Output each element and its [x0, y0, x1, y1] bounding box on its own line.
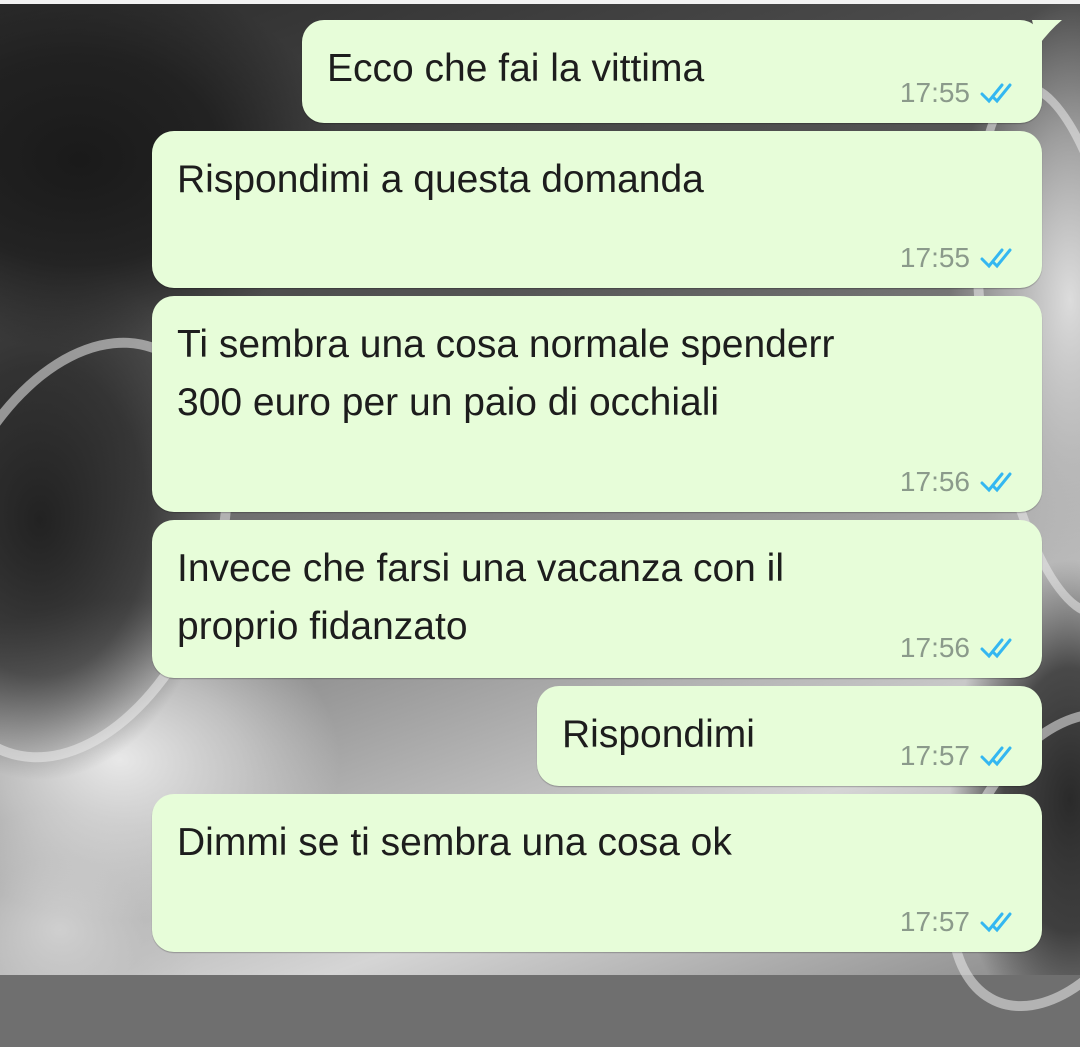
message-meta: 17:56	[900, 466, 1018, 498]
message-time: 17:56	[899, 466, 970, 497]
outgoing-message-bubble[interactable]: Rispondimi a questa domanda 17:55	[152, 131, 1042, 288]
double-check-read-icon	[980, 472, 1012, 493]
message-time: 17:55	[899, 77, 970, 108]
double-check-read-icon	[980, 83, 1012, 104]
message-meta: 17:55	[900, 242, 1018, 274]
outgoing-message-bubble[interactable]: Rispondimi 17:57	[537, 686, 1042, 786]
previous-bubble-edge	[0, 0, 1080, 4]
message-meta: 17:57	[900, 740, 1018, 772]
message-time: 17:55	[899, 242, 970, 273]
message-time: 17:56	[899, 632, 970, 663]
message-text: Dimmi se ti sembra una cosa ok	[177, 821, 732, 864]
message-time: 17:57	[899, 906, 970, 937]
message-meta: 17:56	[900, 632, 1018, 664]
bubble-tail	[1032, 20, 1062, 46]
message-text: Rispondimi a questa domanda	[177, 158, 704, 201]
double-check-read-icon	[980, 912, 1012, 933]
message-time: 17:57	[899, 740, 970, 771]
outgoing-message-bubble[interactable]: Dimmi se ti sembra una cosa ok 17:57	[152, 794, 1042, 952]
outgoing-message-bubble[interactable]: Invece che farsi una vacanza con il prop…	[152, 520, 1042, 678]
message-meta: 17:55	[900, 77, 1018, 109]
message-text: Ti sembra una cosa normale spenderr 300 …	[177, 323, 835, 424]
message-text: Invece che farsi una vacanza con il prop…	[177, 547, 785, 648]
message-meta: 17:57	[900, 906, 1018, 938]
outgoing-message-bubble[interactable]: Ecco che fai la vittima 17:55	[302, 20, 1042, 123]
outgoing-message-bubble[interactable]: Ti sembra una cosa normale spenderr 300 …	[152, 296, 1042, 512]
double-check-read-icon	[980, 746, 1012, 767]
double-check-read-icon	[980, 638, 1012, 659]
double-check-read-icon	[980, 248, 1012, 269]
